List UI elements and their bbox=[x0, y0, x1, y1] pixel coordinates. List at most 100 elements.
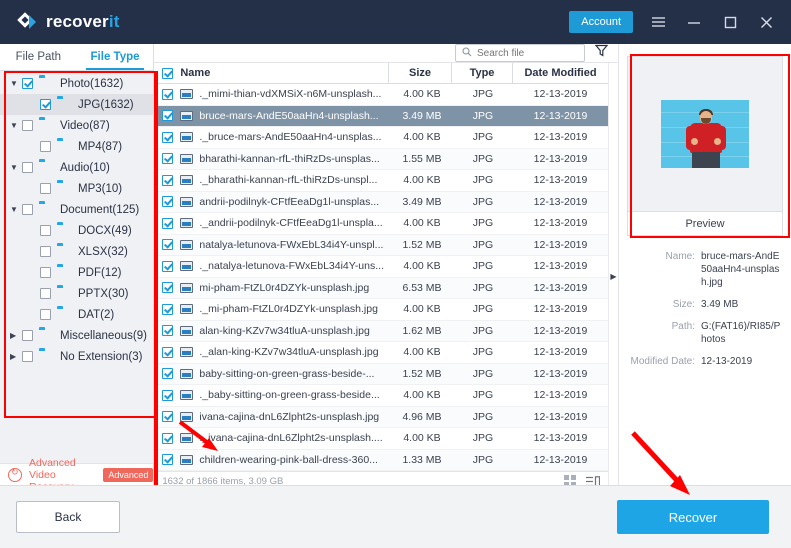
tree-item-mp4[interactable]: MP4(87) bbox=[0, 136, 153, 157]
advanced-video-recovery[interactable]: Advanced Video Recovery Advanced bbox=[0, 457, 154, 493]
row-checkbox[interactable] bbox=[154, 432, 180, 444]
tree-item-checkbox[interactable] bbox=[22, 120, 33, 131]
column-header-name[interactable]: Name bbox=[180, 67, 388, 79]
chevron-closed-icon[interactable] bbox=[10, 352, 22, 361]
column-header-size[interactable]: Size bbox=[389, 67, 451, 79]
table-row[interactable]: children-wearing-pink-ball-dress-360... 1… bbox=[154, 449, 608, 471]
row-checkbox[interactable] bbox=[154, 88, 180, 100]
row-checkbox[interactable] bbox=[154, 389, 180, 401]
tab-file-path[interactable]: File Path bbox=[0, 44, 77, 70]
search-input[interactable] bbox=[477, 47, 578, 59]
row-checkbox[interactable] bbox=[154, 196, 180, 208]
table-row[interactable]: bruce-mars-AndE50aaHn4-unsplash... 3.49 M… bbox=[154, 105, 608, 127]
tree-item-audio[interactable]: Audio(10) bbox=[0, 157, 153, 178]
chevron-open-icon[interactable] bbox=[10, 163, 22, 172]
back-button[interactable]: Back bbox=[16, 501, 120, 533]
column-header-date-modified[interactable]: Date Modified bbox=[513, 67, 608, 79]
tree-item-jpg[interactable]: JPG(1632) bbox=[0, 94, 154, 115]
tree-item-checkbox[interactable] bbox=[40, 288, 51, 299]
tree-item-checkbox[interactable] bbox=[22, 78, 33, 89]
table-row[interactable]: ivana-cajina-dnL6Zlpht2s-unsplash.jpg 4.9… bbox=[154, 406, 608, 428]
row-checkbox[interactable] bbox=[154, 303, 180, 315]
row-checkbox[interactable] bbox=[154, 411, 180, 423]
table-row[interactable]: alan-king-KZv7w34tluA-unsplash.jpg 1.62 M… bbox=[154, 320, 608, 342]
tree-item-checkbox[interactable] bbox=[40, 309, 51, 320]
preview-button[interactable]: Preview bbox=[628, 211, 782, 235]
filter-funnel-icon[interactable] bbox=[594, 44, 609, 62]
chevron-open-icon[interactable] bbox=[10, 121, 22, 130]
tree-item-photo[interactable]: Photo(1632) bbox=[0, 73, 153, 94]
tree-item-checkbox[interactable] bbox=[40, 246, 51, 257]
row-checkbox[interactable] bbox=[154, 131, 180, 143]
account-button[interactable]: Account bbox=[569, 11, 633, 33]
metadata-row: Size: 3.49 MB bbox=[629, 298, 783, 311]
row-checkbox[interactable] bbox=[154, 454, 180, 466]
table-row[interactable]: bharathi-kannan-rfL-thiRzDs-unsplas... 1.… bbox=[154, 148, 608, 170]
file-size: 4.00 KB bbox=[403, 303, 441, 316]
row-checkbox[interactable] bbox=[154, 260, 180, 272]
row-checkbox[interactable] bbox=[154, 368, 180, 380]
close-icon[interactable] bbox=[755, 11, 777, 33]
table-row[interactable]: ._mimi-thian-vdXMSiX-n6M-unsplash... 4.00… bbox=[154, 84, 608, 106]
metadata-value: 12-13-2019 bbox=[701, 356, 753, 367]
file-name: ._ivana-cajina-dnL6Zlpht2s-unsplash.... bbox=[199, 432, 383, 445]
collapse-chevron-icon[interactable]: ▶ bbox=[610, 272, 616, 281]
tree-item-label: JPG(1632) bbox=[78, 98, 134, 111]
tree-item-pptx[interactable]: PPTX(30) bbox=[0, 283, 153, 304]
chevron-open-icon[interactable] bbox=[10, 205, 22, 214]
row-checkbox[interactable] bbox=[154, 174, 180, 186]
recover-button[interactable]: Recover bbox=[617, 500, 769, 534]
table-row[interactable]: andrii-podilnyk-CFtfEeaDg1l-unsplas... 3.… bbox=[154, 191, 608, 213]
file-size: 1.52 MB bbox=[402, 367, 442, 380]
row-checkbox[interactable] bbox=[154, 110, 180, 122]
file-type: JPG bbox=[472, 453, 494, 466]
panel-splitter[interactable]: ▶ bbox=[608, 63, 618, 490]
table-row[interactable]: ._ivana-cajina-dnL6Zlpht2s-unsplash.... 4… bbox=[154, 428, 608, 450]
row-checkbox[interactable] bbox=[154, 325, 180, 337]
tree-item-docx[interactable]: DOCX(49) bbox=[0, 220, 153, 241]
table-row[interactable]: mi-pham-FtZL0r4DZYk-unsplash.jpg 6.53 MB J… bbox=[154, 277, 608, 299]
table-row[interactable]: natalya-letunova-FWxEbL34i4Y-unspl... 1.5… bbox=[154, 234, 608, 256]
chevron-closed-icon[interactable] bbox=[10, 331, 22, 340]
tree-item-checkbox[interactable] bbox=[22, 162, 33, 173]
row-checkbox[interactable] bbox=[154, 346, 180, 358]
recoverit-window: recoverit Account File Path File Type ▼ … bbox=[0, 0, 791, 548]
tree-item-checkbox[interactable] bbox=[40, 225, 51, 236]
tree-item-mp3[interactable]: MP3(10) bbox=[0, 178, 153, 199]
tree-item-xlsx[interactable]: XLSX(32) bbox=[0, 241, 153, 262]
tree-item-checkbox[interactable] bbox=[22, 204, 33, 215]
table-row[interactable]: ._natalya-letunova-FWxEbL34i4Y-uns... 4.0… bbox=[154, 256, 608, 278]
tree-item-checkbox[interactable] bbox=[40, 267, 51, 278]
tree-item-checkbox[interactable] bbox=[40, 99, 51, 110]
chevron-open-icon[interactable] bbox=[10, 79, 22, 88]
hamburger-menu-icon[interactable] bbox=[647, 11, 669, 33]
table-row[interactable]: baby-sitting-on-green-grass-beside-... 1.… bbox=[154, 363, 608, 385]
table-row[interactable]: ._bharathi-kannan-rfL-thiRzDs-unspl... 4.… bbox=[154, 170, 608, 192]
table-row[interactable]: ._baby-sitting-on-green-grass-beside... 4… bbox=[154, 385, 608, 407]
table-row[interactable]: ._bruce-mars-AndE50aaHn4-unsplas... 4.00 … bbox=[154, 127, 608, 149]
row-checkbox[interactable] bbox=[154, 239, 180, 251]
tree-item-checkbox[interactable] bbox=[40, 141, 51, 152]
tree-item-video[interactable]: Video(87) bbox=[0, 115, 153, 136]
file-name: andrii-podilnyk-CFtfEeaDg1l-unsplas... bbox=[199, 195, 380, 208]
tree-item-checkbox[interactable] bbox=[22, 351, 33, 362]
table-row[interactable]: ._alan-king-KZv7w34tluA-unsplash.jpg 4.00… bbox=[154, 342, 608, 364]
tree-item-miscellaneous[interactable]: Miscellaneous(9) bbox=[0, 325, 153, 346]
tree-item-document[interactable]: Document(125) bbox=[0, 199, 153, 220]
tree-item-checkbox[interactable] bbox=[22, 330, 33, 341]
search-input-wrap[interactable] bbox=[455, 44, 585, 62]
select-all-checkbox[interactable] bbox=[154, 67, 180, 79]
tree-item-no-extension[interactable]: No Extension(3) bbox=[0, 346, 153, 367]
minimize-icon[interactable] bbox=[683, 11, 705, 33]
maximize-icon[interactable] bbox=[719, 11, 741, 33]
column-header-type[interactable]: Type bbox=[452, 67, 512, 79]
row-checkbox[interactable] bbox=[154, 282, 180, 294]
tree-item-dat[interactable]: DAT(2) bbox=[0, 304, 153, 325]
table-row[interactable]: ._mi-pham-FtZL0r4DZYk-unsplash.jpg 4.00 K… bbox=[154, 299, 608, 321]
row-checkbox[interactable] bbox=[154, 217, 180, 229]
tree-item-pdf[interactable]: PDF(12) bbox=[0, 262, 153, 283]
tree-item-checkbox[interactable] bbox=[40, 183, 51, 194]
row-checkbox[interactable] bbox=[154, 153, 180, 165]
tab-file-type[interactable]: File Type bbox=[77, 44, 154, 70]
table-row[interactable]: ._andrii-podilnyk-CFtfEeaDg1l-unspla... 4… bbox=[154, 213, 608, 235]
